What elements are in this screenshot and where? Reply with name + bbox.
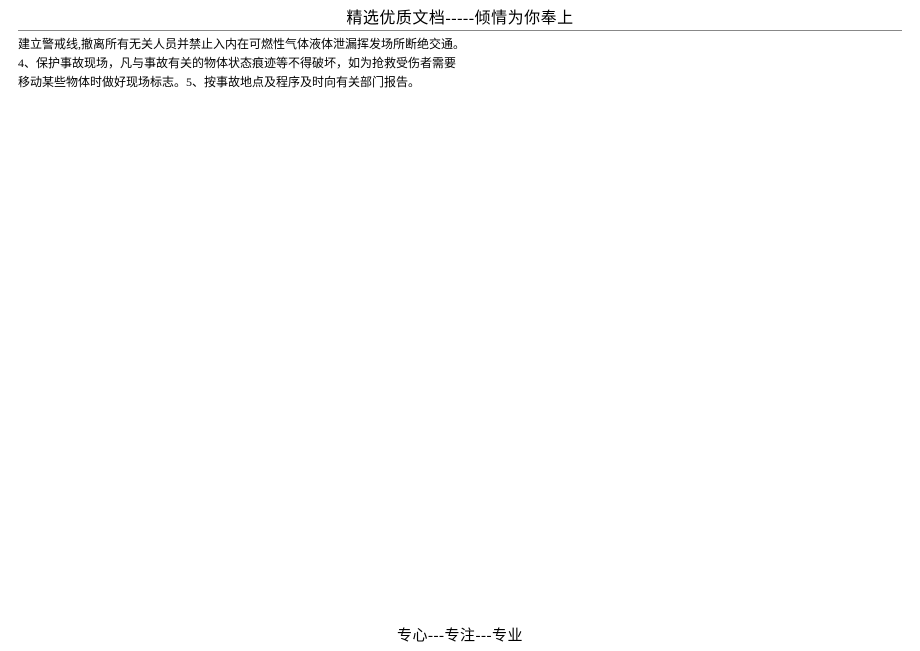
body-line-2: 4、保护事故现场，凡与事故有关的物体状态痕迹等不得破坏，如为抢救受伤者需要 <box>18 54 902 73</box>
footer-text: 专心---专注---专业 <box>397 628 523 644</box>
body-line-3: 移动某些物体时做好现场标志。5、按事故地点及程序及时向有关部门报告。 <box>18 73 902 92</box>
body-line-1: 建立警戒线,撤离所有无关人员并禁止入内在可燃性气体液体泄漏挥发场所断绝交通。 <box>18 35 902 54</box>
header-title: 精选优质文档-----倾情为你奉上 <box>346 10 573 27</box>
document-body: 建立警戒线,撤离所有无关人员并禁止入内在可燃性气体液体泄漏挥发场所断绝交通。 4… <box>0 31 920 93</box>
page-footer: 专心---专注---专业 <box>0 624 920 645</box>
page-header: 精选优质文档-----倾情为你奉上 <box>0 0 920 30</box>
